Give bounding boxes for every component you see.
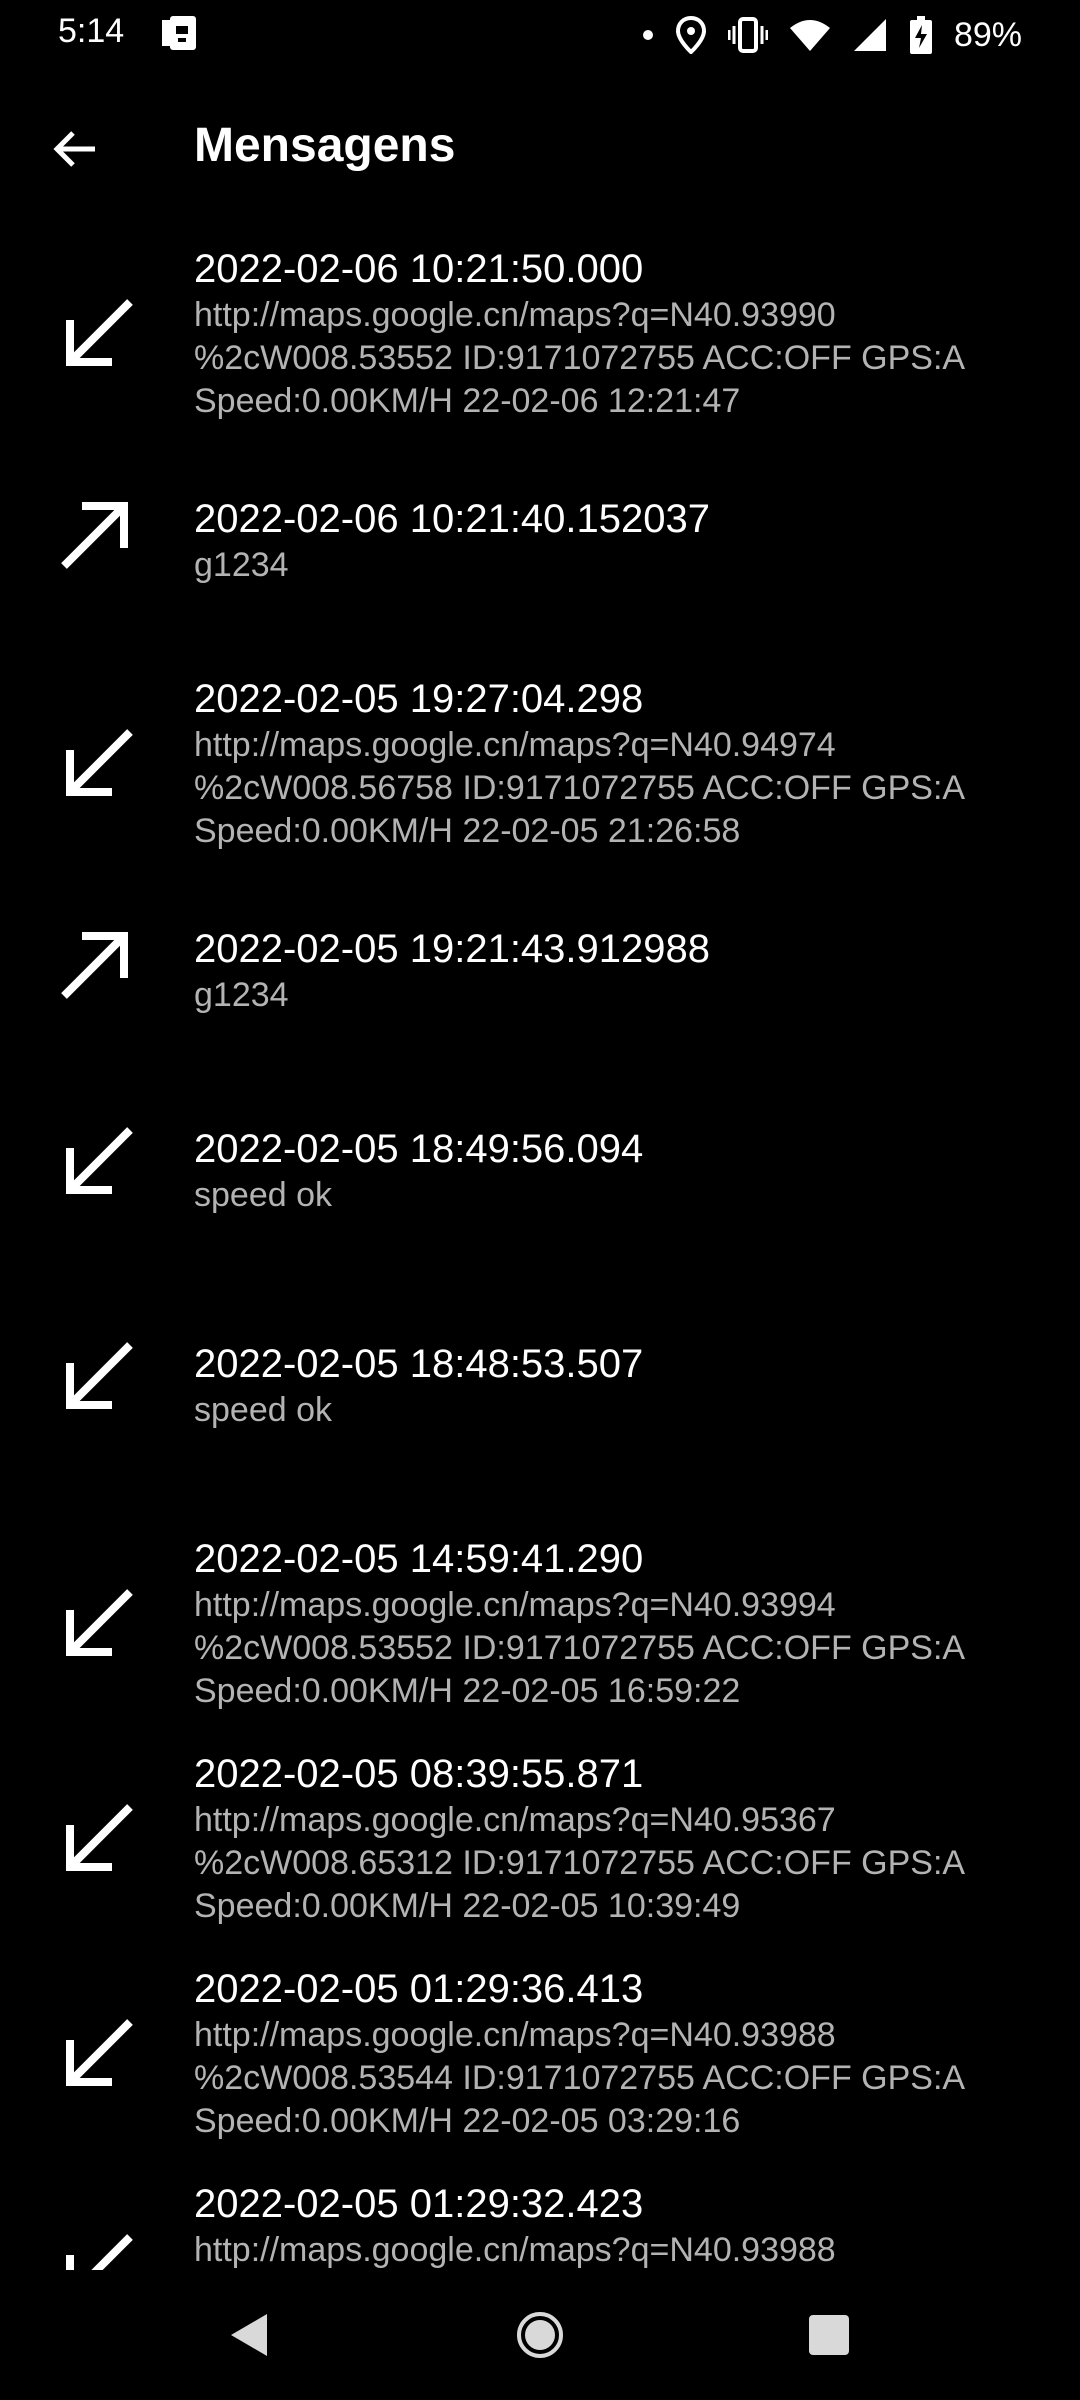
nav-back-button[interactable] <box>214 2300 284 2370</box>
arrow-down-left-icon <box>52 2225 142 2270</box>
list-item[interactable]: 2022-02-05 18:49:56.094 speed ok <box>0 1110 1080 1310</box>
message-text: 2022-02-05 19:21:43.912988 g1234 <box>194 924 1044 1017</box>
message-text: 2022-02-05 01:29:32.423 http://maps.goog… <box>194 2179 1044 2270</box>
message-date: 2022-02-05 01:29:36.413 <box>194 1967 644 2011</box>
message-text: 2022-02-05 18:49:56.094 speed ok <box>194 1124 1044 1217</box>
arrow-down-left-icon <box>52 1118 142 1208</box>
status-time: 5:14 <box>58 12 125 50</box>
list-item[interactable]: 2022-02-05 08:39:55.871 http://maps.goog… <box>0 1735 1080 1945</box>
message-date: 2022-02-05 14:59:41.290 <box>194 1537 644 1581</box>
list-item[interactable]: 2022-02-05 19:27:04.298 http://maps.goog… <box>0 660 1080 890</box>
dot-icon <box>642 29 654 41</box>
message-date: 2022-02-05 08:39:55.871 <box>194 1752 644 1796</box>
message-date: 2022-02-05 18:48:53.507 <box>194 1342 644 1386</box>
message-body: speed ok <box>194 1391 332 1429</box>
list-item[interactable]: 2022-02-05 14:59:41.290 http://maps.goog… <box>0 1520 1080 1730</box>
message-text: 2022-02-05 18:48:53.507 speed ok <box>194 1339 1044 1432</box>
vibrate-icon <box>727 16 768 54</box>
message-date: 2022-02-05 18:49:56.094 <box>194 1127 644 1171</box>
message-text: 2022-02-05 01:29:36.413 http://maps.goog… <box>194 1964 1044 2143</box>
status-icons: 89% <box>642 10 1022 60</box>
message-text: 2022-02-05 14:59:41.290 http://maps.goog… <box>194 1534 1044 1713</box>
status-bar: 5:14 89% <box>0 0 1080 70</box>
message-text: 2022-02-05 19:27:04.298 http://maps.goog… <box>194 674 1044 853</box>
message-body: http://maps.google.cn/maps?q=N40.93990 %… <box>194 296 966 420</box>
list-item[interactable]: 2022-02-06 10:21:40.152037 g1234 <box>0 480 1080 640</box>
message-body: http://maps.google.cn/maps?q=N40.93994 %… <box>194 1586 966 1710</box>
message-text: 2022-02-06 10:21:40.152037 g1234 <box>194 494 1044 587</box>
arrow-down-left-icon <box>52 1795 142 1885</box>
message-body: http://maps.google.cn/maps?q=N40.93988 <box>194 2231 836 2269</box>
recents-square-icon <box>809 2315 849 2355</box>
page-title: Mensagens <box>194 119 456 172</box>
arrow-down-left-icon <box>52 1580 142 1670</box>
nav-recents-button[interactable] <box>794 2300 864 2370</box>
battery-charging-icon <box>909 16 932 54</box>
navigation-bar <box>0 2270 1080 2400</box>
arrow-down-left-icon <box>52 2010 142 2100</box>
message-date: 2022-02-06 10:21:50.000 <box>194 247 644 291</box>
list-item[interactable]: 2022-02-05 01:29:36.413 http://maps.goog… <box>0 1950 1080 2160</box>
message-date: 2022-02-05 19:21:43.912988 <box>194 927 711 971</box>
wifi-icon <box>789 18 830 52</box>
back-triangle-icon <box>231 2314 267 2356</box>
arrow-down-left-icon <box>52 1333 142 1423</box>
nav-home-button[interactable] <box>505 2300 575 2370</box>
home-circle-icon <box>517 2312 563 2358</box>
back-button[interactable] <box>42 116 108 182</box>
list-item[interactable]: 2022-02-05 01:29:32.423 http://maps.goog… <box>0 2165 1080 2270</box>
battery-percent: 89% <box>953 15 1022 54</box>
arrow-down-left-icon <box>52 290 142 380</box>
sim-card-icon <box>160 14 200 54</box>
list-item[interactable]: 2022-02-05 19:21:43.912988 g1234 <box>0 910 1080 1070</box>
app-bar: Mensagens <box>0 90 1080 200</box>
location-icon <box>675 16 706 54</box>
message-text: 2022-02-06 10:21:50.000 http://maps.goog… <box>194 244 1044 423</box>
message-body: http://maps.google.cn/maps?q=N40.94974 %… <box>194 726 966 850</box>
arrow-down-left-icon <box>52 720 142 810</box>
list-item[interactable]: 2022-02-05 18:48:53.507 speed ok <box>0 1325 1080 1525</box>
message-body: g1234 <box>194 976 289 1014</box>
message-body: http://maps.google.cn/maps?q=N40.93988 %… <box>194 2016 966 2140</box>
signal-icon <box>852 17 888 53</box>
message-body: speed ok <box>194 1176 332 1214</box>
message-date: 2022-02-06 10:21:40.152037 <box>194 497 711 541</box>
message-list[interactable]: 2022-02-06 10:21:50.000 http://maps.goog… <box>0 230 1080 2270</box>
message-date: 2022-02-05 19:27:04.298 <box>194 677 644 721</box>
message-text: 2022-02-05 08:39:55.871 http://maps.goog… <box>194 1749 1044 1928</box>
message-body: g1234 <box>194 546 289 584</box>
arrow-up-right-icon <box>52 918 142 1008</box>
arrow-left-icon <box>53 131 95 167</box>
arrow-up-right-icon <box>52 488 142 578</box>
message-body: http://maps.google.cn/maps?q=N40.95367 %… <box>194 1801 966 1925</box>
list-item[interactable]: 2022-02-06 10:21:50.000 http://maps.goog… <box>0 230 1080 460</box>
message-date: 2022-02-05 01:29:32.423 <box>194 2182 644 2226</box>
